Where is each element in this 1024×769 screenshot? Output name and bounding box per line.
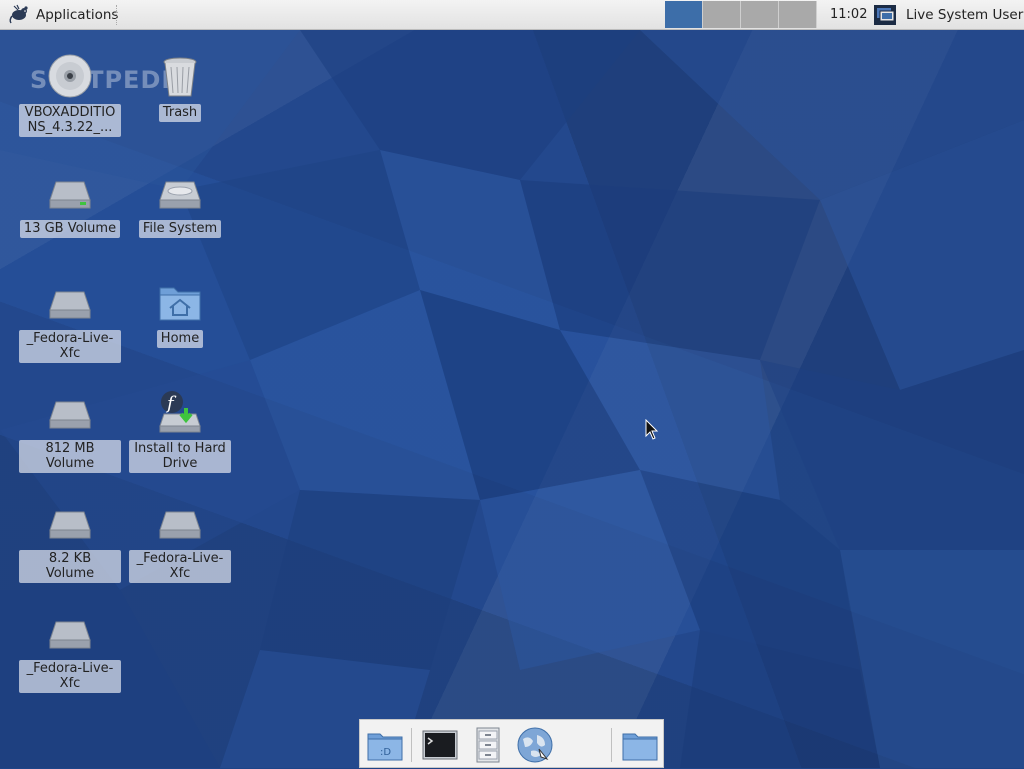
desktop-icon-label: 13 GB Volume	[19, 220, 121, 238]
desktop-icon-812mb-volume[interactable]: 812 MB Volume	[15, 388, 125, 473]
home-folder-icon	[159, 287, 201, 321]
workspace-4[interactable]	[779, 1, 817, 28]
dock-web-browser-button[interactable]	[515, 725, 555, 765]
workspace-2[interactable]	[703, 1, 741, 28]
desktop-icon-trash[interactable]: Trash	[125, 52, 235, 122]
workspace-1[interactable]	[665, 1, 703, 28]
desktop-icon-label: Home	[156, 330, 204, 348]
cdrom-icon	[48, 54, 92, 98]
workspace-switcher[interactable]	[665, 1, 817, 28]
desktop-icon-install-to-hard-drive[interactable]: f Install to Hard Drive	[125, 388, 235, 473]
dock-show-desktop-button[interactable]: :D	[365, 725, 405, 765]
desktop-icon-label: Install to Hard Drive	[129, 440, 231, 473]
drive-icon	[49, 181, 91, 209]
dock-folder-button[interactable]	[620, 725, 660, 765]
desktop-icon-file-system[interactable]: File System	[125, 168, 235, 238]
drive-icon	[49, 291, 91, 319]
panel-separator	[116, 5, 119, 25]
dock-file-manager-button[interactable]	[468, 725, 508, 765]
desktop-icon-fedora-live-xfc-1[interactable]: _Fedora-Live-Xfc	[15, 278, 125, 363]
drive-icon	[49, 401, 91, 429]
clock[interactable]: 11:02	[830, 7, 867, 22]
globe-icon	[517, 727, 553, 763]
workspace-3[interactable]	[741, 1, 779, 28]
desktop-icon-label: _Fedora-Live-Xfc	[19, 330, 121, 363]
dock-separator	[611, 728, 612, 762]
drive-icon	[159, 511, 201, 539]
desktop-icon-label: File System	[138, 220, 222, 238]
desktop-icon-vboxadditions[interactable]: VBOXADDITIONS_4.3.22_...	[15, 52, 125, 137]
folder-icon	[622, 733, 658, 761]
desktop-icon-label: VBOXADDITIONS_4.3.22_...	[19, 104, 121, 137]
applications-label: Applications	[36, 7, 119, 23]
desktop-icon-home[interactable]: Home	[125, 278, 235, 348]
top-panel: Applications 11:02 Live System User	[0, 0, 1024, 30]
desktop-icon-13gb-volume[interactable]: 13 GB Volume	[15, 168, 125, 238]
xfce-mouse-icon	[8, 2, 30, 28]
desktop-icon-label: _Fedora-Live-Xfc	[129, 550, 231, 583]
desktop[interactable]: SOFTPEDIA VBOXADDITIONS_4.3.22_... 13 GB…	[0, 30, 1024, 768]
desktop-icon-label: 8.2 KB Volume	[19, 550, 121, 583]
drive-icon	[49, 511, 91, 539]
desktop-icon-label: Trash	[158, 104, 202, 122]
dock-separator	[411, 728, 412, 762]
action-buttons-icon[interactable]	[873, 3, 897, 27]
file-cabinet-icon	[476, 727, 500, 763]
desktop-folder-icon: :D	[367, 733, 403, 761]
drive-icon	[159, 181, 201, 209]
user-menu-label[interactable]: Live System User	[906, 7, 1023, 23]
terminal-icon	[422, 730, 458, 760]
desktop-icon-8kb-volume[interactable]: 8.2 KB Volume	[15, 498, 125, 583]
fedora-install-icon: f	[159, 391, 201, 433]
desktop-icon-label: _Fedora-Live-Xfc	[19, 660, 121, 693]
trash-icon	[163, 57, 197, 97]
desktop-icon-fedora-live-xfc-3[interactable]: _Fedora-Live-Xfc	[15, 608, 125, 693]
dock-terminal-button[interactable]	[420, 725, 460, 765]
mouse-cursor-icon	[645, 419, 659, 440]
svg-text::D: :D	[380, 747, 391, 758]
drive-icon	[49, 621, 91, 649]
desktop-icon-fedora-live-xfc-2[interactable]: _Fedora-Live-Xfc	[125, 498, 235, 583]
desktop-icon-label: 812 MB Volume	[19, 440, 121, 473]
applications-menu-button[interactable]: Applications	[4, 3, 122, 27]
dock-panel: :D	[359, 719, 664, 768]
